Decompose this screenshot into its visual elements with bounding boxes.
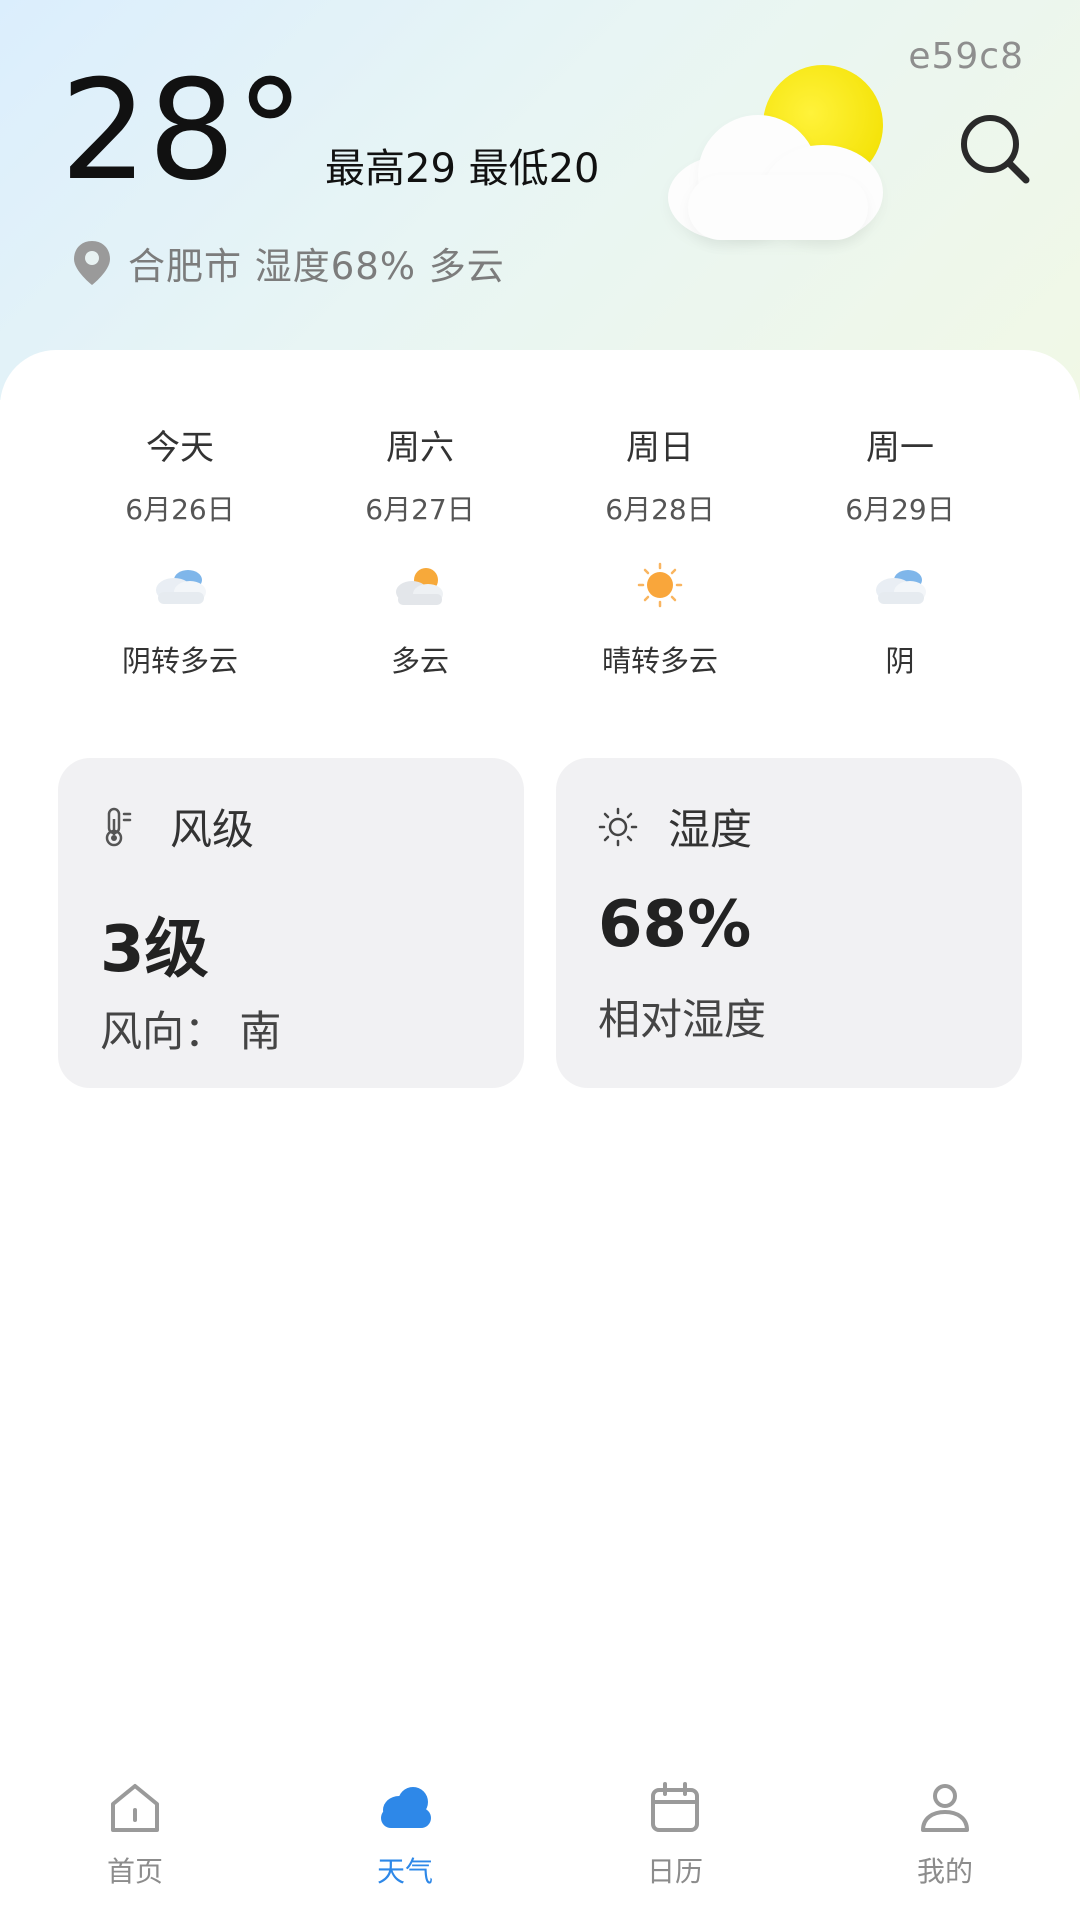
home-icon [111, 1784, 159, 1832]
nav-item-weather[interactable]: 天气 [270, 1740, 540, 1920]
humidity-card-header: 湿度 [596, 796, 752, 857]
cloud-icon [381, 1787, 431, 1828]
humidity-card-title: 湿度 [668, 805, 753, 854]
forecast-day[interactable]: 今天 6月26日 阴转多云 [60, 420, 300, 680]
nav-item-profile[interactable]: 我的 [810, 1740, 1080, 1920]
partly-cloudy-icon [396, 568, 443, 605]
nav-item-home[interactable]: 首页 [0, 1740, 270, 1920]
high-low-temperature: 最高29 最低20 [325, 146, 600, 192]
nav-label-calendar: 日历 [646, 1855, 703, 1888]
nav-label-weather: 天气 [376, 1855, 433, 1888]
forecast-date: 6月27日 [365, 493, 475, 526]
forecast-day[interactable]: 周六 6月27日 多云 [300, 420, 540, 680]
nav-item-calendar[interactable]: 日历 [540, 1740, 810, 1920]
wind-level-value: 3级 [100, 913, 209, 987]
user-icon [921, 1784, 969, 1832]
location-summary: 合肥市 湿度68% 多云 [128, 245, 505, 288]
forecast-day-name: 周六 [386, 428, 454, 468]
forecast-desc: 阴转多云 [121, 644, 238, 678]
forecast-desc: 多云 [390, 644, 449, 678]
bottom-nav: 首页 天气 日历 我的 [0, 1740, 1080, 1920]
forecast-row: 今天 6月26日 阴转多云 周六 6月27日 多云 周日 6月28日 晴转多云 … [60, 420, 1020, 680]
forecast-day[interactable]: 周日 6月28日 晴转多云 [540, 420, 780, 680]
forecast-day-name: 周日 [626, 428, 694, 468]
weather-header: e59c8 28° 最高29 最低20 合肥市 湿度68% 多云 [0, 0, 1080, 400]
forecast-date: 6月29日 [845, 493, 955, 526]
search-icon[interactable] [956, 110, 1034, 188]
nav-label-profile: 我的 [916, 1855, 973, 1888]
weather-screen: e59c8 28° 最高29 最低20 合肥市 湿度68% 多云 今天 6月26… [0, 0, 1080, 1920]
forecast-day-name: 周一 [866, 428, 934, 468]
sun-outline-icon [598, 807, 638, 846]
location-row: 合肥市 湿度68% 多云 [72, 236, 505, 290]
cloud-shape [668, 105, 888, 240]
wind-card-title: 风级 [170, 805, 255, 854]
wind-direction: 风向： 南 [100, 1007, 282, 1056]
thermometer-icon [105, 807, 132, 846]
cloudy-icon [876, 570, 926, 604]
humidity-card[interactable]: 湿度 68% 相对湿度 [556, 758, 1022, 1088]
forecast-day[interactable]: 周一 6月29日 阴 [780, 420, 1020, 680]
calendar-icon [651, 1782, 699, 1832]
sunny-icon [637, 562, 683, 608]
humidity-value: 68% [598, 888, 752, 962]
code-label: e59c8 [908, 36, 1024, 77]
forecast-date: 6月26日 [125, 493, 235, 526]
cloudy-icon [156, 570, 206, 604]
wind-card[interactable]: 风级 3级 风向： 南 [58, 758, 524, 1088]
content-panel: 今天 6月26日 阴转多云 周六 6月27日 多云 周日 6月28日 晴转多云 … [0, 350, 1080, 1750]
forecast-desc: 晴转多云 [601, 644, 718, 678]
partly-cloudy-sun-icon [668, 60, 898, 240]
nav-label-home: 首页 [106, 1855, 163, 1888]
current-temperature: 28° [60, 50, 305, 211]
location-pin-icon [74, 241, 110, 285]
forecast-day-name: 今天 [146, 428, 214, 468]
forecast-desc: 阴 [885, 644, 915, 678]
wind-card-header: 风级 [98, 796, 254, 857]
forecast-date: 6月28日 [605, 493, 715, 526]
humidity-subtitle: 相对湿度 [598, 995, 767, 1044]
